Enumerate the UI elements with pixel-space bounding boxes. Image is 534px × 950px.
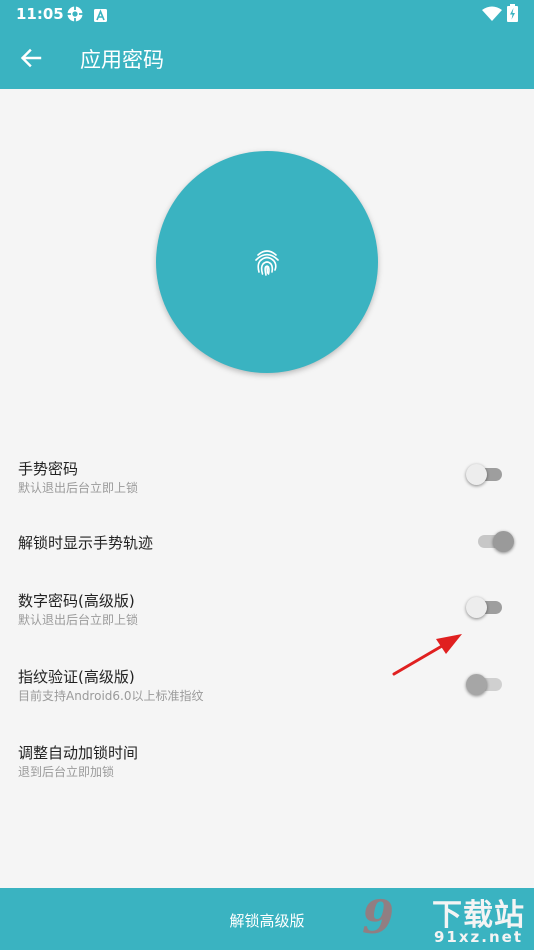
setting-auto-lock-time[interactable]: 调整自动加锁时间 退到后台立即加锁 [0,736,534,784]
fingerprint-button[interactable] [156,151,378,373]
fingerprint-icon [251,246,283,278]
fingerprint-verification-toggle[interactable] [466,672,506,696]
status-bar: 11:05 [0,0,534,27]
setting-subtitle: 默认退出后台立即上锁 [18,613,139,627]
setting-fingerprint-verification[interactable]: 指纹验证(高级版) 目前支持Android6.0以上标准指纹 [0,660,534,708]
setting-show-gesture-trail[interactable]: 解锁时显示手势轨迹 [0,524,534,560]
app-bar: 应用密码 [0,27,534,89]
numeric-password-toggle[interactable] [466,595,506,619]
setting-title: 指纹验证(高级版) [18,668,135,686]
watermark-url: 91xz.net [434,928,524,946]
setting-title: 手势密码 [18,460,79,478]
setting-numeric-password[interactable]: 数字密码(高级版) 默认退出后台立即上锁 [0,584,534,632]
setting-subtitle: 默认退出后台立即上锁 [18,481,139,495]
setting-title: 调整自动加锁时间 [18,744,139,762]
arrow-left-icon[interactable] [20,47,42,69]
watermark-number: 9 [362,890,395,944]
a-status-icon [94,7,107,26]
gesture-password-toggle[interactable] [466,462,506,486]
watermark-logo: 9 下载站 91xz.net [360,888,534,950]
status-time: 11:05 [16,5,64,23]
wifi-icon [482,6,502,25]
setting-subtitle: 退到后台立即加锁 [18,765,115,779]
setting-subtitle: 目前支持Android6.0以上标准指纹 [18,689,204,703]
setting-title: 数字密码(高级版) [18,592,135,610]
battery-charging-icon [507,4,518,26]
settings-status-icon [66,5,84,27]
show-gesture-trail-toggle[interactable] [474,529,514,553]
page-title: 应用密码 [80,48,164,72]
setting-title: 解锁时显示手势轨迹 [18,534,154,552]
setting-gesture-password[interactable]: 手势密码 默认退出后台立即上锁 [0,452,534,500]
